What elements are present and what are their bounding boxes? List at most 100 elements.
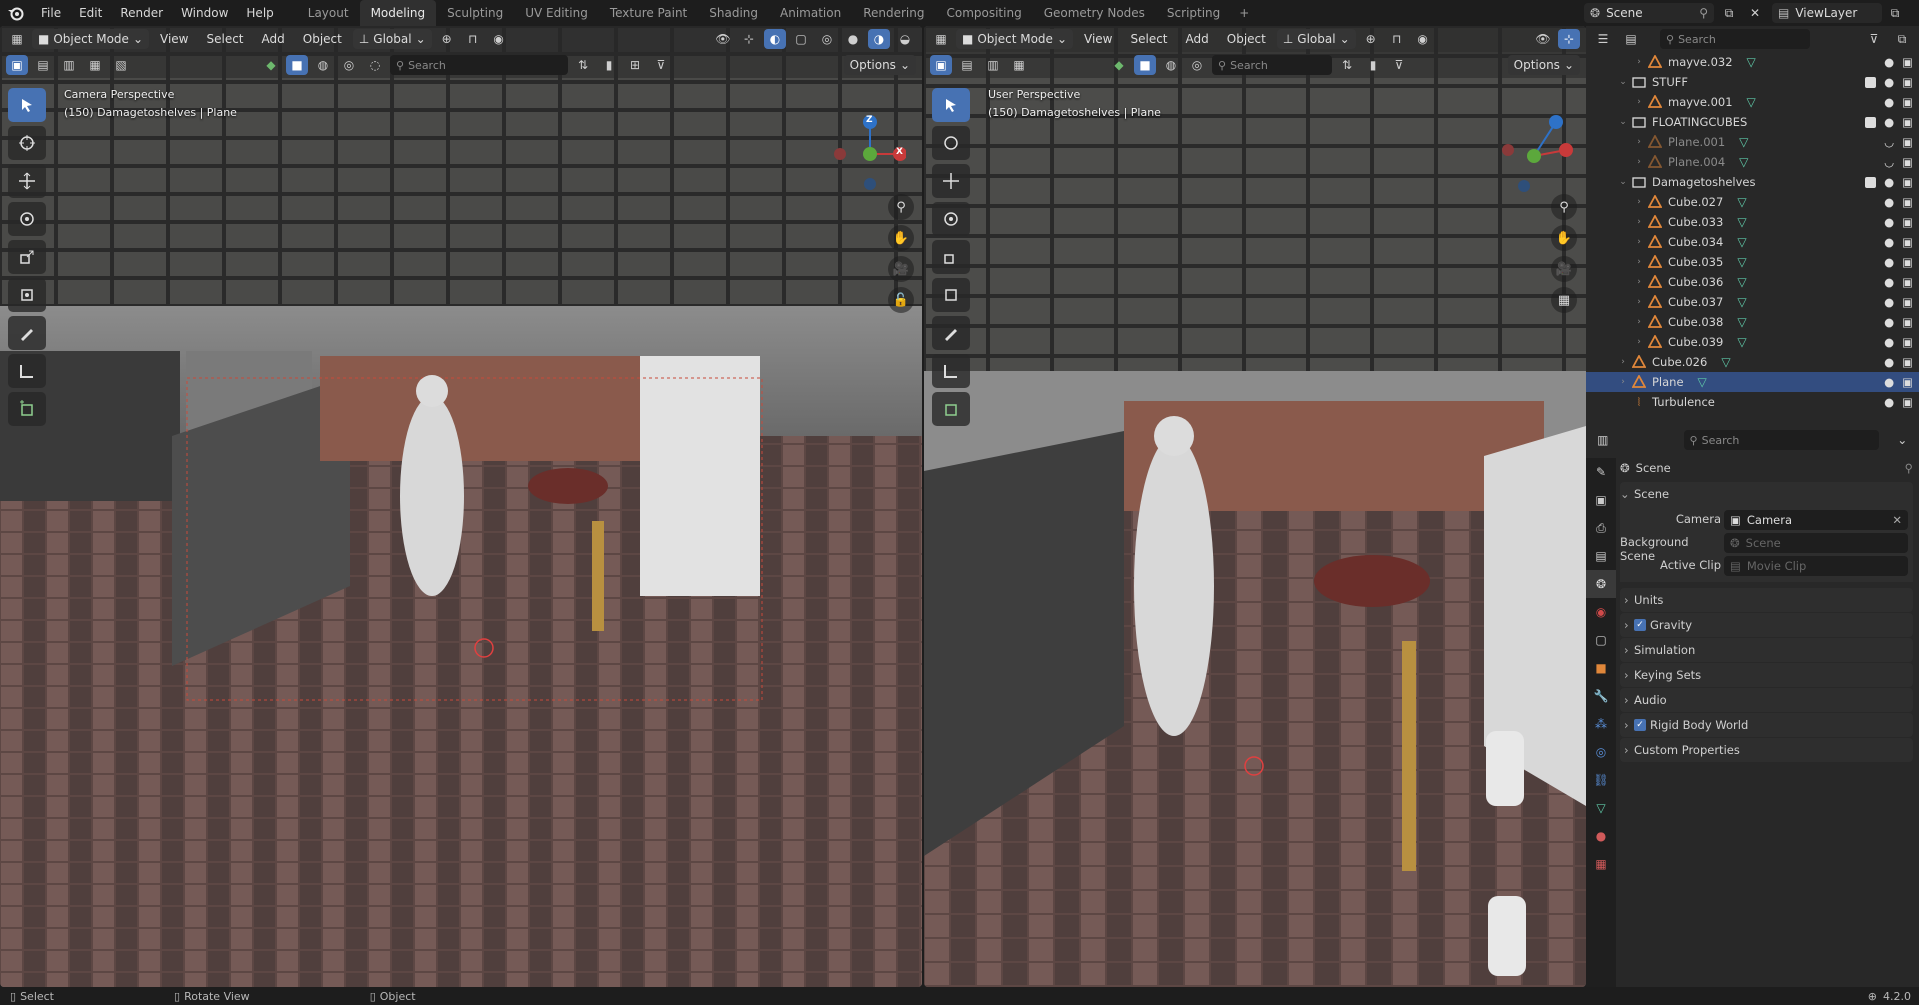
- modifier-tab-icon[interactable]: 🔧: [1586, 682, 1616, 710]
- menu-render[interactable]: Render: [111, 0, 172, 26]
- outliner-row[interactable]: › Cube.037 ▽ ● ▣: [1586, 292, 1919, 312]
- filter-camera-icon[interactable]: ◎: [338, 55, 360, 75]
- pan-hand-icon[interactable]: ✋: [1551, 225, 1577, 251]
- camera-render-icon[interactable]: ▣: [1902, 95, 1913, 109]
- mesh-data-icon[interactable]: ▽: [1737, 275, 1746, 289]
- mesh-data-icon[interactable]: ▽: [1737, 235, 1746, 249]
- chevron-right-icon[interactable]: ›: [1632, 217, 1646, 227]
- tab-sculpting[interactable]: Sculpting: [436, 0, 514, 26]
- options-dropdown-left[interactable]: Options ⌄: [843, 55, 916, 75]
- eye-icon[interactable]: ●: [1884, 195, 1894, 209]
- mesh-data-icon[interactable]: ▽: [1737, 215, 1746, 229]
- camera-render-icon[interactable]: ▣: [1902, 355, 1913, 369]
- panel-gravity[interactable]: › ✓ Gravity: [1620, 613, 1913, 637]
- eye-icon[interactable]: ●: [1884, 75, 1894, 89]
- chevron-right-icon[interactable]: ›: [1632, 157, 1646, 167]
- camera-view-icon[interactable]: 🎥: [888, 256, 914, 282]
- select-invert-icon[interactable]: ▦: [1008, 55, 1030, 75]
- chevron-right-icon[interactable]: ›: [1632, 337, 1646, 347]
- zoom-icon[interactable]: ⚲: [1551, 194, 1577, 220]
- panel-checkbox[interactable]: ✓: [1634, 619, 1646, 631]
- xray-icon[interactable]: ▢: [790, 29, 812, 49]
- eye-icon[interactable]: ●: [1884, 55, 1894, 69]
- pivot-icon[interactable]: ⊕: [1360, 29, 1382, 49]
- physics-tab-icon[interactable]: ◎: [1586, 738, 1616, 766]
- tool-tab-icon[interactable]: ✎: [1586, 458, 1616, 486]
- menu-edit[interactable]: Edit: [70, 0, 111, 26]
- camera-render-icon[interactable]: ▣: [1902, 375, 1913, 389]
- scene-selector[interactable]: ❂ Scene ⚲: [1584, 3, 1714, 23]
- cursor-tool-icon[interactable]: [932, 126, 970, 160]
- add-cube-tool-icon[interactable]: [932, 392, 970, 426]
- zoom-icon[interactable]: ⚲: [888, 194, 914, 220]
- camera-render-icon[interactable]: ▣: [1902, 275, 1913, 289]
- mesh-data-icon[interactable]: ▽: [1698, 375, 1707, 389]
- camera-render-icon[interactable]: ▣: [1902, 295, 1913, 309]
- select-extend-icon[interactable]: ▤: [956, 55, 978, 75]
- tab-animation[interactable]: Animation: [769, 0, 852, 26]
- view-layer-tab-icon[interactable]: ▤: [1586, 542, 1616, 570]
- arrange-icon[interactable]: ⊞: [624, 55, 646, 75]
- filter-icon[interactable]: ⊽: [650, 55, 672, 75]
- camera-render-icon[interactable]: ▣: [1902, 75, 1913, 89]
- filter-icon[interactable]: ⊽: [1863, 29, 1885, 49]
- filter-icon[interactable]: ⊽: [1388, 55, 1410, 75]
- select-box-mode-icon[interactable]: ▣: [930, 55, 952, 75]
- menu-view-left[interactable]: View: [153, 29, 195, 49]
- camera-render-icon[interactable]: ▣: [1902, 155, 1913, 169]
- view-layer-selector[interactable]: ▤ ViewLayer: [1772, 3, 1882, 23]
- tab-uv-editing[interactable]: UV Editing: [514, 0, 599, 26]
- eye-icon[interactable]: ●: [1884, 95, 1894, 109]
- gizmo-right[interactable]: [1494, 88, 1574, 198]
- menu-help[interactable]: Help: [237, 0, 282, 26]
- gizmo-toggle-icon[interactable]: ⊹: [1558, 29, 1580, 49]
- tab-scripting[interactable]: Scripting: [1156, 0, 1231, 26]
- chevron-down-icon[interactable]: ⌄: [1891, 430, 1913, 450]
- eye-icon[interactable]: ◡: [1884, 135, 1894, 149]
- filter-color-icon[interactable]: ◆: [260, 55, 282, 75]
- menu-view-right[interactable]: View: [1077, 29, 1119, 49]
- delete-scene-icon[interactable]: ✕: [1744, 3, 1766, 23]
- eye-icon[interactable]: ●: [1884, 255, 1894, 269]
- camera-render-icon[interactable]: ▣: [1902, 235, 1913, 249]
- outliner-row[interactable]: › Cube.027 ▽ ● ▣: [1586, 192, 1919, 212]
- filter-empty-icon[interactable]: ◌: [364, 55, 386, 75]
- sort-icon[interactable]: ⇅: [1336, 55, 1358, 75]
- scene-tab-icon[interactable]: ❂: [1586, 570, 1616, 598]
- lock-camera-icon[interactable]: 🔓: [888, 287, 914, 313]
- eye-icon[interactable]: ●: [1884, 275, 1894, 289]
- exclude-checkbox[interactable]: [1865, 76, 1877, 88]
- eye-icon[interactable]: ●: [1884, 215, 1894, 229]
- outliner-row[interactable]: › Cube.033 ▽ ● ▣: [1586, 212, 1919, 232]
- options-dropdown-right[interactable]: Options ⌄: [1507, 55, 1580, 75]
- outliner-row[interactable]: ⌄ FLOATINGCUBES ● ▣: [1586, 112, 1919, 132]
- collection-tab-icon[interactable]: ▢: [1586, 626, 1616, 654]
- tab-texture-paint[interactable]: Texture Paint: [599, 0, 698, 26]
- tab-layout[interactable]: Layout: [297, 0, 360, 26]
- new-view-layer-icon[interactable]: ⧉: [1884, 3, 1906, 23]
- select-tool-icon[interactable]: [8, 88, 46, 122]
- gizmo-toggle-icon[interactable]: ⊹: [738, 29, 760, 49]
- outliner-row[interactable]: › Cube.026 ▽ ● ▣: [1586, 352, 1919, 372]
- mesh-data-icon[interactable]: ▽: [1737, 295, 1746, 309]
- eye-icon[interactable]: ●: [1884, 395, 1894, 409]
- particles-tab-icon[interactable]: ⁂: [1586, 710, 1616, 738]
- eye-icon[interactable]: ●: [1884, 175, 1894, 189]
- chevron-right-icon[interactable]: ›: [1632, 277, 1646, 287]
- panel-units[interactable]: › Units: [1620, 588, 1913, 612]
- eye-icon[interactable]: ◡: [1884, 155, 1894, 169]
- measure-tool-icon[interactable]: [8, 354, 46, 388]
- add-workspace-button[interactable]: +: [1231, 0, 1257, 26]
- clear-icon[interactable]: ✕: [1892, 513, 1902, 527]
- chevron-right-icon[interactable]: ›: [1616, 377, 1630, 387]
- measure-tool-icon[interactable]: [932, 354, 970, 388]
- properties-search-input[interactable]: ⚲ Search: [1683, 430, 1880, 450]
- outliner-row[interactable]: › mayve.001 ▽ ● ▣: [1586, 92, 1919, 112]
- select-intersect-icon[interactable]: ▧: [110, 55, 132, 75]
- select-extend-icon[interactable]: ▤: [32, 55, 54, 75]
- tab-rendering[interactable]: Rendering: [852, 0, 935, 26]
- viewport-user[interactable]: ▦ ■ Object Mode ⌄ View Select Add Object ⊥…: [924, 26, 1586, 987]
- filter-mesh-icon[interactable]: ■: [286, 55, 308, 75]
- chevron-down-icon[interactable]: ⌄: [1616, 77, 1630, 87]
- filter-camera-icon[interactable]: ◎: [1186, 55, 1208, 75]
